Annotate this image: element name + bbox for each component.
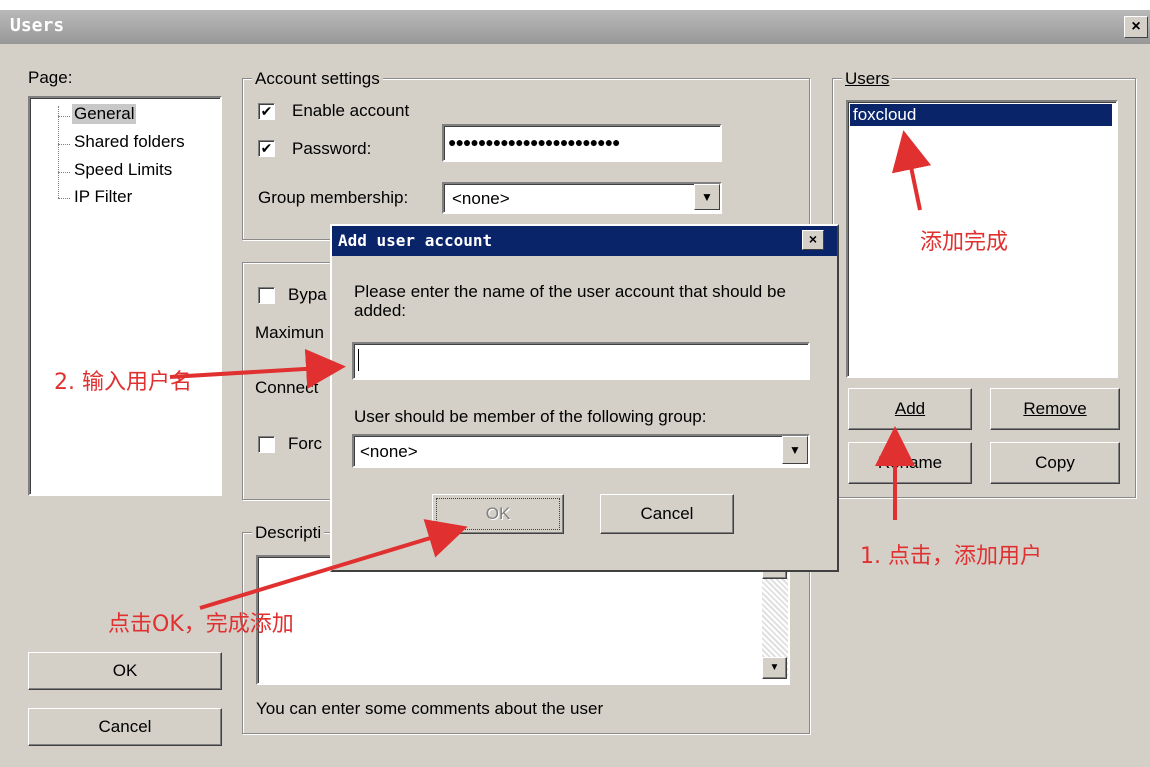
arrow-to-user [891,130,932,211]
arrow-to-ok [199,519,468,610]
annotation-arrows [169,130,932,610]
arrow-to-username [169,348,346,389]
users-window: Users × Page: General Shared folders Spe… [0,10,1150,767]
